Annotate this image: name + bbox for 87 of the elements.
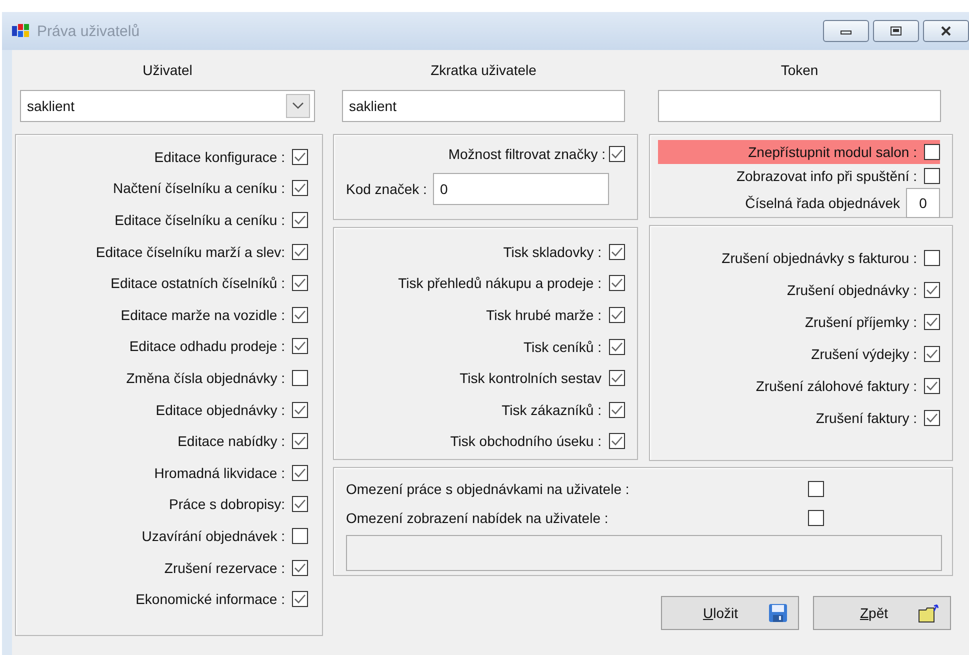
checkbox[interactable] [292,244,308,260]
permission-label: Zrušení objednávky : [787,282,917,298]
permission-label: Zrušení výdejky : [811,346,917,362]
option-label: Zobrazovat info při spuštění : [736,168,917,184]
checkbox[interactable] [292,180,308,196]
order-series-field[interactable]: 0 [906,188,940,218]
order-series-label: Číselná řada objednávek [745,195,900,211]
maximize-button[interactable] [873,20,919,42]
checkbox[interactable] [924,144,940,160]
user-dropdown[interactable]: saklient [20,90,315,122]
permission-label: Hromadná likvidace : [154,464,285,481]
permission-label: Zrušení faktury : [816,410,917,426]
restriction-label: Omezení zobrazení nabídek na uživatele : [346,510,610,526]
checkbox[interactable] [924,168,940,184]
checkbox[interactable] [292,496,308,512]
checkbox[interactable] [292,275,308,292]
restriction-label: Omezení práce s objednávkami na uživatele : [346,480,630,496]
permission-label: Zrušení zálohové faktury : [756,378,917,394]
window-title: Práva uživatelů [37,22,140,40]
permission-label: Práce s dobropisy: [169,496,285,512]
chevron-down-icon [292,102,304,110]
checkbox[interactable] [924,346,940,362]
checkbox[interactable] [292,212,308,228]
field-label: Uživatel [142,62,192,80]
action-button[interactable]: Uložit [661,596,799,630]
permission-label: Tisk zákazníků : [502,402,602,418]
checkbox[interactable] [292,402,308,418]
permission-label: Načtení číselníku a ceníku : [113,180,285,196]
permission-label: Tisk přehledů nákupu a prodeje : [398,275,602,292]
checkbox[interactable] [608,402,624,418]
checkbox[interactable] [292,433,308,450]
permission-label: Editace číselníku marží a slev: [96,244,285,260]
minimize-button[interactable] [823,20,869,42]
filter-label: Možnost filtrovat značky : [448,146,606,162]
permission-label: Editace nabídky : [178,433,285,450]
close-icon [940,26,952,36]
checkbox[interactable] [292,338,308,354]
checkbox[interactable] [292,306,308,323]
checkbox[interactable] [808,480,824,496]
text-field[interactable]: saklient [342,90,625,122]
checkbox[interactable] [924,378,940,394]
checkbox[interactable] [608,146,624,162]
checkbox[interactable] [292,528,308,544]
permission-label: Zrušení příjemky : [804,314,917,330]
field-label: Zkratka uživatele [430,62,536,80]
permission-label: Editace marže na vozidle : [120,306,285,323]
maximize-icon [890,26,902,36]
checkbox[interactable] [608,275,624,292]
permission-label: Tisk ceníků : [523,338,602,355]
app-logo-icon [12,22,32,40]
brand-code-field[interactable]: 0 [432,173,609,205]
permission-label: Tisk hrubé marže : [486,306,602,323]
checkbox[interactable] [292,370,308,386]
checkbox[interactable] [608,244,624,260]
permission-label: Tisk kontrolních sestav [460,370,602,386]
permission-label: Tisk skladovky : [503,244,602,260]
permission-label: Editace konfigurace : [154,148,285,165]
checkbox[interactable] [292,591,308,608]
permission-label: Zrušení rezervace : [164,560,285,576]
permission-label: Uzavírání objednávek : [142,528,285,544]
permission-label: Změna čísla objednávky : [126,370,285,386]
permission-label: Editace ostatních číselníků : [110,275,285,292]
action-button[interactable]: Zpět [813,596,951,630]
checkbox[interactable] [924,314,940,330]
checkbox[interactable] [808,510,824,526]
checkbox[interactable] [924,250,940,266]
open-folder-icon [918,603,940,623]
permission-label: Ekonomické informace : [136,591,285,608]
brand-code-label: Kod značek : [346,181,427,197]
close-button[interactable] [923,20,969,42]
checkbox[interactable] [292,148,308,165]
checkbox[interactable] [292,464,308,481]
permission-label: Tisk obchodního úseku : [450,433,602,450]
permission-label: Editace objednávky : [156,402,285,418]
permission-label: Editace číselníku a ceníku : [114,212,285,228]
field-label: Token [780,62,818,80]
permission-label: Zrušení objednávky s fakturou : [722,250,917,266]
checkbox[interactable] [292,560,308,576]
permission-label: Editace odhadu prodeje : [129,338,285,354]
checkbox[interactable] [924,282,940,298]
checkbox[interactable] [608,338,624,355]
highlighted-label: Znepřístupnit modul salon : [748,144,917,160]
checkbox[interactable] [608,433,624,450]
checkbox[interactable] [608,306,624,323]
checkbox[interactable] [924,410,940,426]
text-field[interactable] [658,90,941,122]
checkbox[interactable] [608,370,624,386]
